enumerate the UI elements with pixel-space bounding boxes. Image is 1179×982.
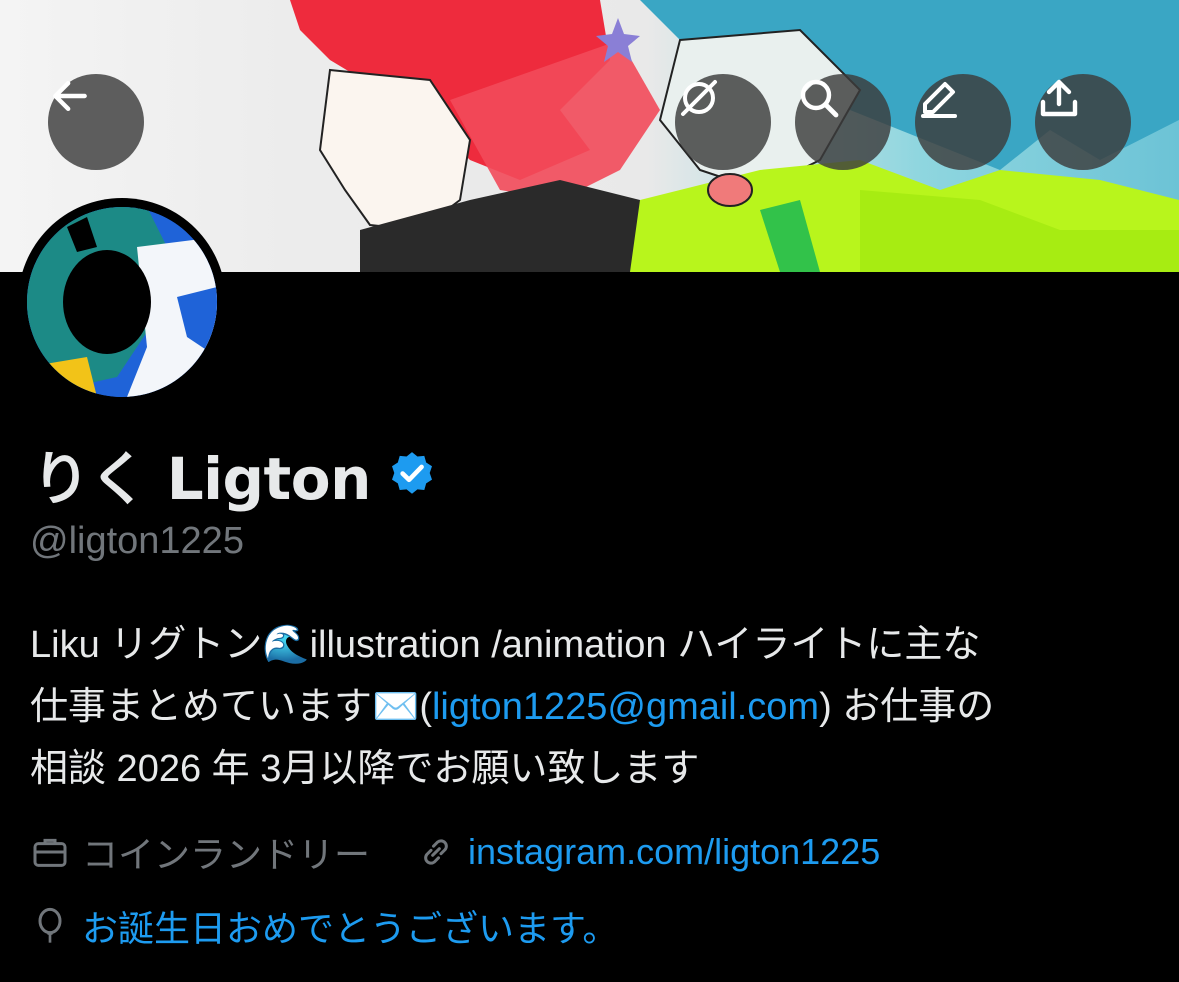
grok-icon (681, 80, 717, 116)
display-name: りく Ligton (32, 445, 371, 513)
briefcase-icon (33, 838, 67, 867)
back-button[interactable] (48, 74, 144, 170)
share-button[interactable] (1035, 74, 1131, 170)
search-button[interactable] (795, 74, 891, 170)
handle: @ligton1225 (30, 520, 244, 562)
edit-button[interactable] (915, 74, 1011, 170)
avatar[interactable] (18, 198, 226, 406)
link-icon (424, 839, 448, 865)
website-item[interactable]: instagram.com/ligton1225 (416, 831, 880, 873)
bio-text: 仕事まとめています✉️( (30, 686, 432, 728)
birthday-item: お誕生日おめでとうございます。 (30, 900, 618, 952)
share-icon (1040, 79, 1078, 117)
website-link[interactable]: instagram.com/ligton1225 (468, 831, 880, 873)
bio-line: 相談 2026 年 3月以降でお願い致します (30, 748, 700, 790)
search-icon (800, 79, 839, 118)
bio: Liku リグトン🌊illustration /animation ハイライトに… (30, 614, 1160, 800)
bio-text: ) お仕事の (819, 686, 995, 728)
bio-line: Liku リグトン🌊illustration /animation ハイライトに… (30, 624, 981, 666)
pencil-icon (921, 82, 957, 118)
profile-meta: コインランドリー instagram.com/ligton1225 (30, 826, 880, 878)
verified-badge-icon[interactable] (387, 449, 437, 499)
category-item: コインランドリー (30, 826, 370, 878)
birthday-link[interactable]: お誕生日おめでとうございます。 (82, 900, 618, 952)
avatar-image (27, 207, 217, 397)
balloon-icon (38, 907, 62, 943)
name-row: りく Ligton (32, 432, 437, 516)
email-link[interactable]: ligton1225@gmail.com (432, 686, 819, 728)
birthday-row: お誕生日おめでとうございます。 (30, 900, 618, 952)
arrow-left-icon (53, 80, 87, 112)
category-label: コインランドリー (82, 834, 371, 875)
bio-line: 仕事まとめています✉️(ligton1225@gmail.com) お仕事の (30, 676, 1160, 738)
grok-button[interactable] (675, 74, 771, 170)
